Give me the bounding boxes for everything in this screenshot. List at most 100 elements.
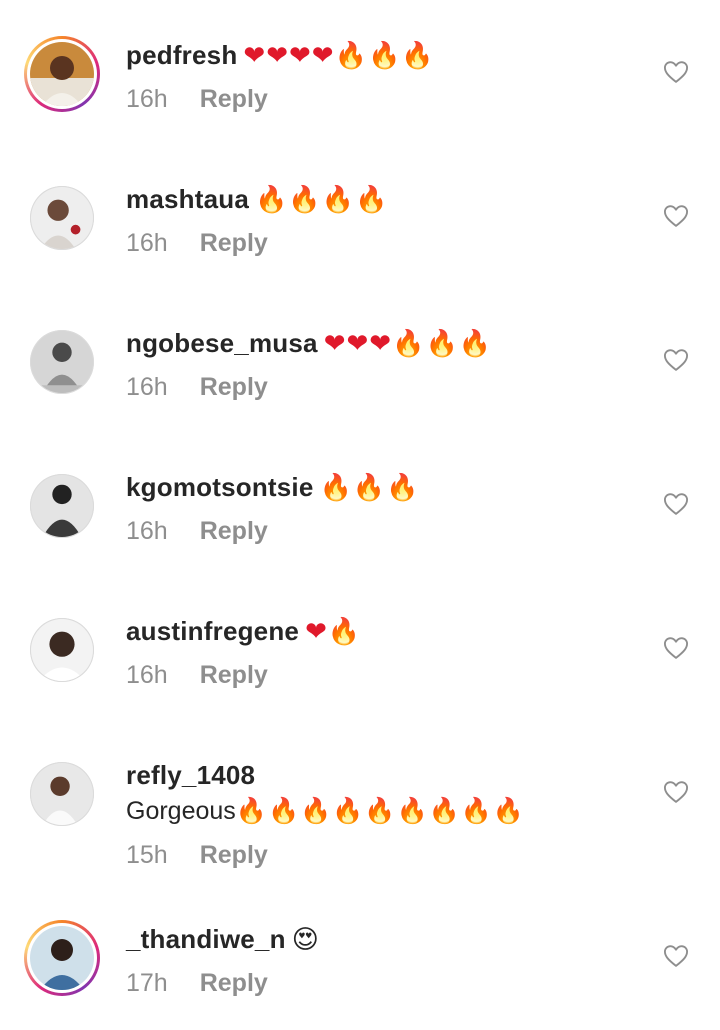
timestamp: 16h [126, 85, 168, 113]
fire-emoji: 🔥 [300, 796, 333, 825]
fire-emoji: 🔥 [401, 41, 435, 71]
reply-button[interactable]: Reply [200, 661, 268, 689]
username[interactable]: pedfresh [126, 40, 237, 70]
fire-emoji: 🔥 [386, 473, 420, 503]
comment-emoji: 🔥🔥🔥🔥🔥🔥🔥🔥🔥 [236, 796, 525, 825]
profile-photo [31, 187, 93, 249]
username[interactable]: austinfregene [126, 616, 299, 646]
reply-button[interactable]: Reply [200, 841, 268, 869]
heart-eyes-emoji: 😍 [291, 925, 320, 955]
comment-text: Gorgeous🔥🔥🔥🔥🔥🔥🔥🔥🔥 [126, 794, 525, 828]
comment-body: Gorgeous [126, 797, 236, 825]
fire-emoji: 🔥 [267, 796, 301, 825]
like-button[interactable] [662, 346, 690, 374]
profile-photo [31, 619, 93, 681]
username[interactable]: _thandiwe_n [126, 924, 286, 954]
fire-emoji: 🔥 [235, 796, 268, 825]
fire-emoji: 🔥 [458, 329, 493, 359]
heart-outline-icon [663, 493, 689, 515]
fire-emoji: 🔥 [367, 41, 402, 71]
fire-emoji: 🔥 [352, 473, 387, 503]
red-heart-emoji: ❤ [305, 617, 328, 647]
comment-header: pedfresh ❤❤❤❤🔥🔥🔥 [126, 38, 435, 73]
reply-button[interactable]: Reply [200, 229, 268, 257]
heart-outline-icon [663, 945, 689, 967]
like-button[interactable] [662, 490, 690, 518]
avatar[interactable] [30, 762, 94, 826]
avatar[interactable] [30, 474, 94, 538]
comment-meta: 16h Reply [126, 226, 268, 260]
avatar[interactable] [30, 330, 94, 394]
red-heart-emoji: ❤ [311, 41, 335, 71]
fire-emoji: 🔥 [319, 473, 353, 503]
heart-outline-icon [663, 637, 689, 659]
fire-emoji: 🔥 [327, 617, 362, 647]
like-button[interactable] [662, 942, 690, 970]
fire-emoji: 🔥 [492, 796, 526, 825]
comment-emoji: ❤❤❤🔥🔥🔥 [324, 329, 493, 359]
profile-photo [31, 763, 93, 825]
username[interactable]: mashtaua [126, 184, 249, 214]
avatar[interactable] [24, 920, 100, 996]
comment-emoji: ❤❤❤❤🔥🔥🔥 [243, 41, 434, 71]
like-button[interactable] [662, 634, 690, 662]
avatar[interactable] [30, 618, 94, 682]
reply-button[interactable]: Reply [200, 85, 268, 113]
avatar[interactable] [30, 186, 94, 250]
timestamp: 16h [126, 229, 168, 257]
timestamp: 15h [126, 841, 168, 869]
profile-photo [31, 475, 93, 537]
fire-emoji: 🔥 [428, 796, 461, 825]
profile-photo [30, 42, 94, 106]
comment-header: kgomotsontsie 🔥🔥🔥 [126, 470, 420, 505]
fire-emoji: 🔥 [396, 796, 429, 825]
red-heart-emoji: ❤ [323, 329, 347, 359]
fire-emoji: 🔥 [355, 185, 389, 215]
comment-emoji: 😍 [292, 925, 320, 955]
username[interactable]: kgomotsontsie [126, 472, 314, 502]
comment-meta: 16h Reply [126, 82, 268, 116]
fire-emoji: 🔥 [288, 185, 322, 215]
timestamp: 16h [126, 373, 168, 401]
like-button[interactable] [662, 58, 690, 86]
fire-emoji: 🔥 [254, 185, 289, 215]
reply-button[interactable]: Reply [200, 373, 268, 401]
heart-outline-icon [663, 349, 689, 371]
comment-emoji: ❤🔥 [305, 617, 361, 647]
red-heart-emoji: ❤ [243, 41, 267, 71]
comment-meta: 16h Reply [126, 514, 268, 548]
comment-header: refly_1408 [126, 758, 255, 792]
heart-outline-icon [663, 205, 689, 227]
fire-emoji: 🔥 [392, 329, 426, 359]
avatar[interactable] [24, 36, 100, 112]
username[interactable]: ngobese_musa [126, 328, 318, 358]
fire-emoji: 🔥 [425, 329, 459, 359]
reply-button[interactable]: Reply [200, 517, 268, 545]
comment-meta: 15h Reply [126, 838, 268, 872]
comment-header: _thandiwe_n 😍 [126, 922, 320, 957]
red-heart-emoji: ❤ [346, 329, 370, 359]
comment-meta: 17h Reply [126, 966, 268, 1000]
fire-emoji: 🔥 [332, 796, 365, 825]
comment-meta: 16h Reply [126, 658, 268, 692]
profile-photo [31, 331, 93, 393]
comment-header: mashtaua 🔥🔥🔥🔥 [126, 182, 388, 217]
fire-emoji: 🔥 [334, 41, 368, 71]
profile-photo [30, 926, 94, 990]
timestamp: 16h [126, 661, 168, 689]
comment-header: austinfregene ❤🔥 [126, 614, 361, 649]
comment-header: ngobese_musa ❤❤❤🔥🔥🔥 [126, 326, 492, 361]
timestamp: 17h [126, 969, 168, 997]
fire-emoji: 🔥 [460, 796, 493, 825]
username[interactable]: refly_1408 [126, 760, 255, 790]
reply-button[interactable]: Reply [200, 969, 268, 997]
comment-emoji: 🔥🔥🔥🔥 [255, 185, 389, 215]
fire-emoji: 🔥 [364, 796, 397, 825]
red-heart-emoji: ❤ [369, 329, 393, 359]
heart-outline-icon [663, 781, 689, 803]
timestamp: 16h [126, 517, 168, 545]
comment-meta: 16h Reply [126, 370, 268, 404]
like-button[interactable] [662, 202, 690, 230]
comment-emoji: 🔥🔥🔥 [320, 473, 420, 503]
like-button[interactable] [662, 778, 690, 806]
